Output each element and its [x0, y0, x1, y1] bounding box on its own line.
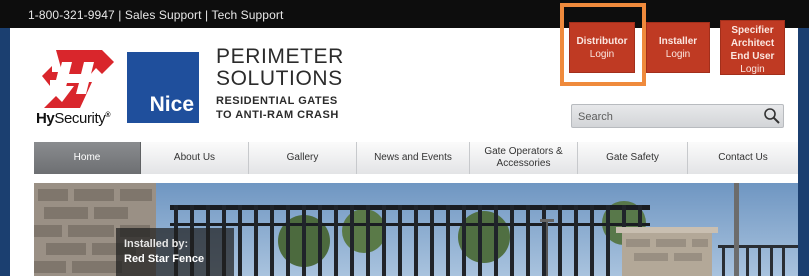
hysecurity-emblem-icon — [42, 50, 114, 108]
nav-gate-operators-accessories[interactable]: Gate Operators & Accessories — [470, 142, 578, 174]
specifier-login-button[interactable]: Specifier Architect End User Login — [720, 20, 785, 75]
installer-login-button[interactable]: Installer Login — [646, 22, 710, 73]
right-page-border — [798, 28, 809, 276]
nav-contact-us[interactable]: Contact Us — [688, 142, 798, 174]
nav-home[interactable]: Home — [34, 142, 141, 174]
left-page-border — [0, 28, 10, 276]
tagline-solutions: SOLUTIONS — [216, 67, 343, 90]
tagline-block: PERIMETER SOLUTIONS RESIDENTIAL GATES TO… — [216, 46, 344, 122]
hysecurity-logo[interactable]: HySecurity® — [36, 46, 122, 130]
nav-gallery[interactable]: Gallery — [249, 142, 357, 174]
search-icon[interactable] — [763, 107, 781, 125]
nav-about-us[interactable]: About Us — [141, 142, 249, 174]
tagline-residential: RESIDENTIAL GATES — [216, 95, 338, 107]
tech-support-link[interactable]: Tech Support — [211, 8, 283, 22]
tagline-perimeter: PERIMETER — [216, 45, 344, 68]
phone-number: 1-800-321-9947 — [28, 8, 115, 22]
separator: | — [114, 8, 125, 22]
search-box[interactable] — [571, 104, 784, 128]
caption-installer-name: Red Star Fence — [124, 253, 205, 265]
nice-wordmark: Nice — [149, 93, 194, 116]
search-input[interactable] — [578, 109, 758, 124]
nav-news-and-events[interactable]: News and Events — [357, 142, 470, 174]
sales-support-link[interactable]: Sales Support — [125, 8, 202, 22]
hero-caption: Installed by: Red Star Fence — [116, 228, 234, 276]
nice-logo[interactable]: Nice — [127, 52, 199, 123]
hysecurity-wordmark: HySecurity® — [36, 110, 111, 127]
separator: | — [201, 8, 212, 22]
caption-installed-by: Installed by: — [124, 238, 189, 250]
highlight-box — [560, 3, 646, 86]
tagline-anti-ram: TO ANTI-RAM CRASH — [216, 109, 339, 121]
main-navigation: Home About Us Gallery News and Events Ga… — [34, 142, 798, 174]
nav-gate-safety[interactable]: Gate Safety — [578, 142, 688, 174]
contact-links: 1-800-321-9947 | Sales Support | Tech Su… — [28, 8, 283, 22]
